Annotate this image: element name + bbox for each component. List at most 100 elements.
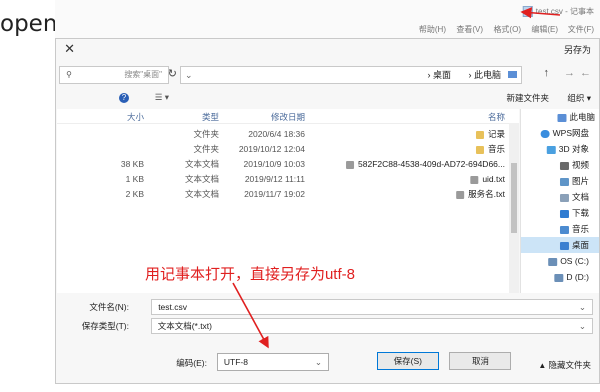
picture-icon: [559, 177, 569, 186]
sidebar-item-this-pc[interactable]: 此电脑: [521, 109, 599, 125]
notepad-menu-edit[interactable]: 编辑(E): [531, 24, 558, 35]
file-name: 记录: [487, 129, 505, 139]
chevron-down-icon[interactable]: ⌄: [579, 319, 586, 333]
sidebar-item-3d-objects[interactable]: 3D 对象: [521, 141, 599, 157]
refresh-icon[interactable]: ↻: [168, 67, 177, 80]
address-segment-desktop[interactable]: › 桌面: [427, 67, 451, 83]
organize-menu[interactable]: 组织 ▾: [567, 92, 591, 104]
folder-icon: [475, 145, 484, 154]
filetype-label: 保存类型(T):: [81, 321, 129, 331]
file-row[interactable]: 服务名.txt 2019/11/7 19:02 文本文档 2 KB: [57, 187, 519, 202]
column-header-size[interactable]: 大小: [127, 111, 144, 123]
file-size: 1 KB: [125, 174, 144, 184]
filetype-select[interactable]: ⌄ 文本文档(*.txt): [151, 318, 593, 334]
sidebar-item-music[interactable]: 音乐: [521, 221, 599, 237]
text-file-icon: [456, 190, 465, 199]
notepad-menu-help[interactable]: 帮助(H): [419, 24, 446, 35]
cloud-icon: [540, 129, 550, 138]
file-type: 文本文档: [184, 174, 219, 184]
sidebar-item-documents[interactable]: 文档: [521, 189, 599, 205]
new-folder-button[interactable]: 新建文件夹: [506, 92, 549, 104]
file-date: 2020/6/4 18:36: [248, 129, 305, 139]
file-name: 服务名.txt: [468, 189, 505, 199]
text-file-icon: [346, 160, 355, 169]
pc-icon: [557, 113, 567, 122]
column-header-date[interactable]: 修改日期: [271, 111, 305, 123]
mirrored-screenshot: test.csv - 记事本 文件(F) 编辑(E) 格式(O) 查看(V) 帮…: [55, 0, 600, 392]
download-icon: [559, 209, 569, 218]
sidebar-item-wps-cloud[interactable]: WPS网盘: [521, 125, 599, 141]
drive-icon: [554, 273, 564, 282]
file-name: uid.txt: [482, 174, 505, 184]
close-icon[interactable]: ✕: [64, 41, 75, 57]
sidebar-item-downloads[interactable]: 下载: [521, 205, 599, 221]
document-icon: [559, 193, 569, 202]
sidebar-item-desktop[interactable]: 桌面: [521, 237, 599, 253]
file-date: 2019/9/12 11:11: [244, 174, 305, 184]
file-type: 文本文档: [184, 159, 219, 169]
file-row[interactable]: 记录 2020/6/4 18:36 文件夹: [57, 127, 519, 142]
pc-icon: [508, 71, 517, 78]
search-icon: ⚲: [66, 70, 72, 79]
file-date: 2019/11/7 19:02: [244, 189, 305, 199]
address-bar[interactable]: › 此电脑 › 桌面 ⌄: [180, 66, 522, 84]
view-options-icon[interactable]: ☰ ▾: [155, 92, 169, 103]
sidebar-item-videos[interactable]: 视频: [521, 157, 599, 173]
chevron-down-icon[interactable]: ⌄: [579, 300, 586, 314]
notepad-menu-file[interactable]: 文件(F): [568, 24, 594, 35]
notepad-title: test.csv - 记事本: [522, 6, 594, 18]
sidebar-item-drive-c[interactable]: OS (C:): [521, 253, 599, 269]
file-list-header: 名称 修改日期 类型 大小: [57, 109, 519, 124]
help-icon[interactable]: ?: [119, 92, 129, 103]
music-icon: [559, 225, 569, 234]
file-row[interactable]: 582F2C88-4538-409d-AD72-694D66... 2019/1…: [57, 157, 519, 172]
address-segment-pc[interactable]: › 此电脑: [468, 67, 501, 83]
chevron-down-icon[interactable]: ⌄: [315, 354, 322, 370]
filename-field[interactable]: ⌄ test.csv: [151, 299, 593, 315]
forward-arrow-icon[interactable]: →: [564, 67, 575, 79]
column-header-name[interactable]: 名称: [488, 111, 505, 123]
drive-icon: [548, 257, 558, 266]
up-arrow-icon[interactable]: ↑: [544, 67, 550, 79]
sidebar-item-drive-d[interactable]: D (D:): [521, 269, 599, 285]
file-row[interactable]: uid.txt 2019/9/12 11:11 文本文档 1 KB: [57, 172, 519, 187]
file-row[interactable]: 音乐 2019/10/12 12:04 文件夹: [57, 142, 519, 157]
file-name: 音乐: [487, 144, 505, 154]
file-name: 582F2C88-4538-409d-AD72-694D66...: [358, 159, 505, 169]
notepad-menu-view[interactable]: 查看(V): [456, 24, 483, 35]
filetype-value: 文本文档(*.txt): [158, 321, 213, 331]
encoding-select[interactable]: ⌄ UTF-8: [217, 353, 329, 371]
save-as-dialog: 另存为 ✕ ← → ↑ › 此电脑 › 桌面 ⌄ ↻ 搜索"桌面" ⚲ 组织 ▾…: [55, 38, 600, 384]
file-size: 38 KB: [120, 159, 144, 169]
navigation-bar: ← → ↑ › 此电脑 › 桌面 ⌄ ↻ 搜索"桌面" ⚲: [56, 63, 599, 85]
file-date: 2019/10/9 10:03: [243, 159, 305, 169]
file-type: 文件夹: [193, 129, 219, 139]
scrollbar-thumb[interactable]: [511, 163, 517, 233]
encoding-label: 编码(E):: [176, 358, 207, 368]
cube-icon: [546, 145, 556, 154]
text-file-icon: [470, 175, 479, 184]
chevron-down-icon[interactable]: ⌄: [185, 67, 193, 83]
file-size: 2 KB: [125, 189, 144, 199]
navigation-sidebar: 此电脑 WPS网盘 3D 对象 视频 图片 文档 下载 音乐 桌面 OS (C:…: [520, 109, 599, 293]
notepad-window-strip: test.csv - 记事本 文件(F) 编辑(E) 格式(O) 查看(V) 帮…: [55, 0, 600, 39]
folder-icon: [475, 130, 484, 139]
back-arrow-icon[interactable]: ←: [580, 67, 591, 79]
notepad-icon: [522, 6, 533, 18]
encoding-value: UTF-8: [224, 357, 249, 367]
filename-value: test.csv: [158, 302, 187, 312]
desktop-icon: [559, 241, 569, 250]
hide-folders-toggle[interactable]: ▲ 隐藏文件夹: [538, 359, 591, 371]
file-date: 2019/10/12 12:04: [238, 144, 305, 154]
sidebar-item-pictures[interactable]: 图片: [521, 173, 599, 189]
video-icon: [559, 161, 569, 170]
vertical-scrollbar[interactable]: [509, 123, 519, 293]
dialog-title: 另存为: [563, 45, 591, 55]
notepad-menu-format[interactable]: 格式(O): [493, 24, 521, 35]
save-button[interactable]: 保存(S): [377, 352, 439, 370]
search-input[interactable]: 搜索"桌面" ⚲: [59, 66, 169, 84]
notepad-menu: 文件(F) 编辑(E) 格式(O) 查看(V) 帮助(H): [411, 24, 594, 35]
cancel-button[interactable]: 取消: [449, 352, 511, 370]
dialog-toolbar: 组织 ▾ 新建文件夹 ☰ ▾ ?: [56, 89, 599, 107]
column-header-type[interactable]: 类型: [202, 111, 219, 123]
